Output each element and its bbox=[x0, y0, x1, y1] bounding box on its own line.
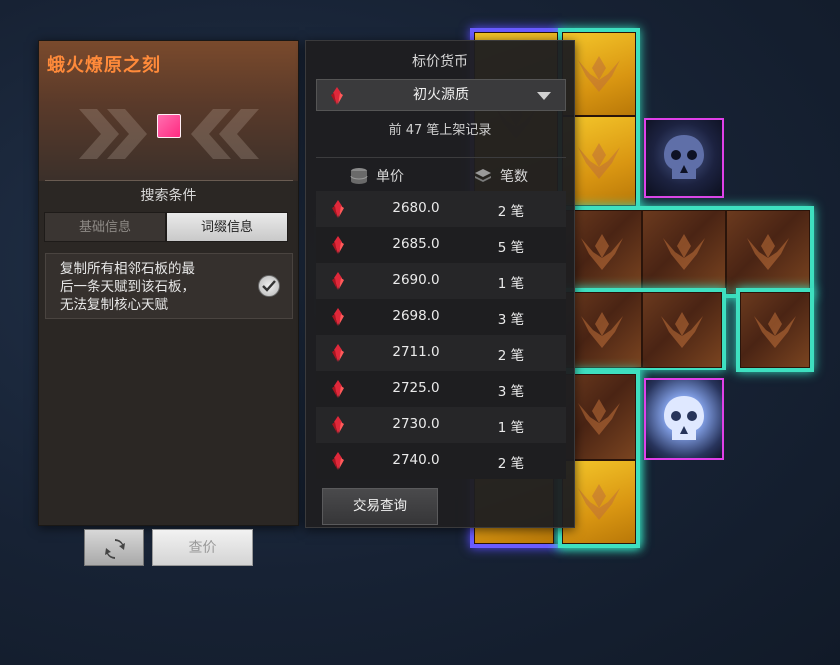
divider bbox=[45, 180, 293, 181]
skull-icon bbox=[664, 135, 704, 179]
affix-description: 复制所有相邻石板的最 后一条天赋到该石板， 无法复制核心天赋 bbox=[60, 260, 250, 314]
reset-button[interactable] bbox=[84, 529, 144, 566]
sigil-icon bbox=[578, 484, 620, 520]
chevron-right-decoration-icon bbox=[79, 109, 147, 159]
records-summary: 前 47 笔上架记录 bbox=[388, 123, 492, 138]
table-row[interactable]: 2680.0 2 笔 bbox=[316, 191, 566, 227]
sigil-icon bbox=[581, 312, 623, 348]
search-tabs: 基础信息 词缀信息 bbox=[44, 212, 288, 242]
row-count: 5 笔 bbox=[497, 240, 525, 256]
sigil-icon bbox=[578, 56, 620, 92]
price-check-button[interactable]: 查价 bbox=[152, 529, 253, 566]
table-row[interactable]: 2740.0 2 笔 bbox=[316, 443, 566, 479]
column-price-label: 单价 bbox=[376, 169, 404, 185]
red-crystal-icon bbox=[332, 416, 344, 434]
trade-query-button[interactable]: 交易查询 bbox=[322, 488, 438, 525]
tile-frame bbox=[736, 288, 814, 372]
skull-icon bbox=[664, 396, 704, 440]
row-count: 2 笔 bbox=[497, 456, 525, 472]
row-price: 2685.0 bbox=[392, 236, 440, 252]
row-count: 3 笔 bbox=[497, 384, 525, 400]
coin-stack-icon bbox=[350, 168, 368, 184]
row-price: 2680.0 bbox=[392, 200, 440, 216]
row-count: 2 笔 bbox=[497, 204, 525, 220]
chevron-left-decoration-icon bbox=[191, 109, 259, 159]
board-tile[interactable] bbox=[642, 210, 726, 294]
board-tile[interactable] bbox=[740, 292, 810, 368]
row-price: 2711.0 bbox=[392, 344, 440, 360]
currency-dropdown[interactable]: 初火源质 bbox=[316, 79, 566, 111]
sigil-icon bbox=[747, 234, 789, 270]
currency-selected: 初火源质 bbox=[413, 87, 469, 103]
table-header: 单价 笔数 bbox=[316, 157, 566, 191]
row-price: 2725.0 bbox=[392, 380, 440, 396]
board-tile[interactable] bbox=[642, 292, 722, 368]
column-count: 笔数 bbox=[474, 166, 528, 186]
price-list: 2680.0 2 笔 2685.0 5 笔 2690.0 1 笔 2698.0 … bbox=[316, 191, 566, 479]
layers-icon bbox=[475, 169, 491, 182]
red-crystal-icon bbox=[332, 236, 344, 254]
table-row[interactable]: 2730.0 1 笔 bbox=[316, 407, 566, 443]
row-count: 1 笔 bbox=[497, 276, 525, 292]
affix-option[interactable]: 复制所有相邻石板的最 后一条天赋到该石板， 无法复制核心天赋 bbox=[45, 253, 293, 319]
sigil-icon bbox=[661, 312, 703, 348]
table-row[interactable]: 2711.0 2 笔 bbox=[316, 335, 566, 371]
red-crystal-icon bbox=[332, 200, 344, 218]
tile-frame bbox=[558, 206, 814, 298]
red-crystal-icon bbox=[332, 272, 344, 290]
red-crystal-icon bbox=[332, 344, 344, 362]
chevron-down-icon bbox=[537, 92, 551, 100]
item-search-panel: 蛾火燎原之刻 搜索条件 基础信息 词缀信息 复制所有相邻石板的最 后一条天赋到该… bbox=[38, 40, 299, 526]
price-panel: 标价货币 初火源质 前 47 笔上架记录 单价 笔数 2680.0 2 笔 26… bbox=[305, 40, 575, 528]
row-price: 2690.0 bbox=[392, 272, 440, 288]
item-icon[interactable] bbox=[157, 114, 181, 138]
affix-line: 无法复制核心天赋 bbox=[60, 297, 168, 313]
red-crystal-icon bbox=[332, 380, 344, 398]
table-row[interactable]: 2698.0 3 笔 bbox=[316, 299, 566, 335]
sigil-icon bbox=[663, 234, 705, 270]
currency-label: 标价货币 bbox=[412, 54, 468, 70]
row-count: 2 笔 bbox=[497, 348, 525, 364]
refresh-icon bbox=[105, 539, 125, 559]
item-title: 蛾火燎原之刻 bbox=[47, 55, 161, 76]
column-price: 单价 bbox=[350, 166, 404, 186]
affix-line: 后一条天赋到该石板， bbox=[60, 279, 195, 295]
board-tile[interactable] bbox=[726, 210, 810, 294]
tab-basic-info[interactable]: 基础信息 bbox=[44, 212, 166, 242]
row-price: 2698.0 bbox=[392, 308, 440, 324]
search-conditions-label: 搜索条件 bbox=[140, 188, 197, 204]
row-count: 1 笔 bbox=[497, 420, 525, 436]
row-count: 3 笔 bbox=[497, 312, 525, 328]
skull-tile[interactable] bbox=[644, 378, 724, 460]
tab-affix-info[interactable]: 词缀信息 bbox=[166, 212, 288, 242]
tile-frame bbox=[558, 288, 726, 370]
sigil-icon bbox=[581, 234, 623, 270]
sigil-icon bbox=[578, 399, 620, 435]
column-count-label: 笔数 bbox=[500, 169, 528, 185]
table-row[interactable]: 2690.0 1 笔 bbox=[316, 263, 566, 299]
table-row[interactable]: 2725.0 3 笔 bbox=[316, 371, 566, 407]
row-price: 2740.0 bbox=[392, 452, 440, 468]
table-row[interactable]: 2685.0 5 笔 bbox=[316, 227, 566, 263]
sigil-icon bbox=[578, 143, 620, 179]
red-crystal-icon bbox=[332, 308, 344, 326]
row-price: 2730.0 bbox=[392, 416, 440, 432]
affix-line: 复制所有相邻石板的最 bbox=[60, 261, 195, 277]
skull-tile[interactable] bbox=[644, 118, 724, 198]
red-crystal-icon bbox=[332, 452, 344, 470]
sigil-icon bbox=[754, 312, 796, 348]
checkmark-icon[interactable] bbox=[258, 275, 280, 297]
